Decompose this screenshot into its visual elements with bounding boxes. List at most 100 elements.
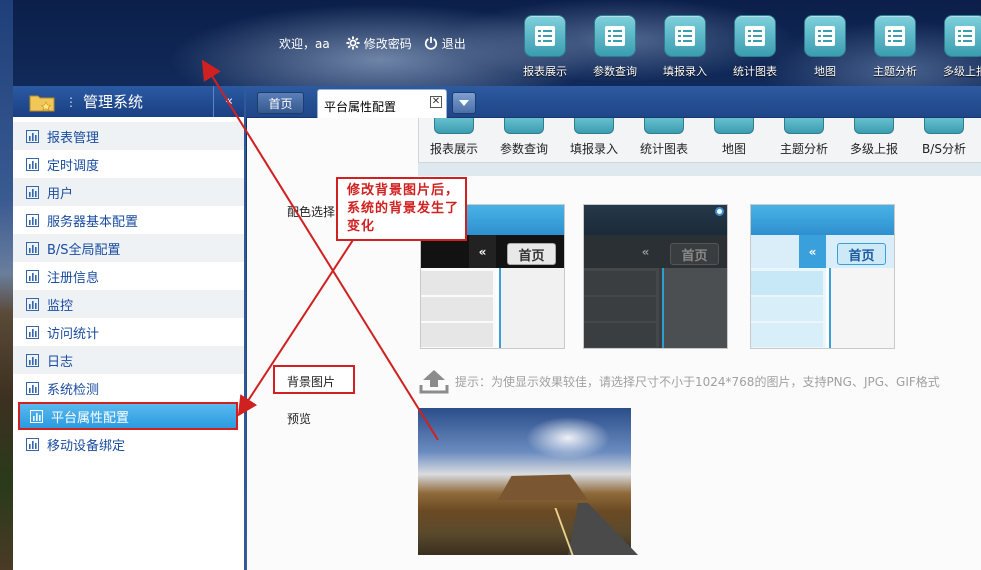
sidebar-item-label: 日志 [47, 354, 74, 370]
sidebar-item-label: 平台属性配置 [51, 410, 130, 426]
sidebar-header: ⋮ 管理系统 « [13, 86, 244, 117]
bar-chart-icon [26, 437, 39, 451]
sidebar-item-label: 监控 [47, 298, 74, 314]
toolbar-label: 统计图表 [733, 65, 777, 78]
tab-platform-config[interactable]: 平台属性配置 ✕ [317, 89, 447, 118]
bar-chart-icon [26, 269, 39, 283]
upload-icon[interactable] [419, 368, 449, 394]
background-landscape-strip [0, 0, 13, 570]
sidebar-list: 报表管理 定时调度 用户 服务器基本配置 B/S全局配置 注册信息 监控 访问统… [13, 117, 244, 458]
query-icon [594, 15, 636, 57]
preview-toolbar-label: B/S分析 [922, 142, 966, 156]
background-preview-image [418, 408, 638, 555]
theme-thumbnail-light-blue[interactable]: « 首页 [750, 204, 895, 349]
preview-strip [418, 162, 981, 176]
map-icon [714, 118, 754, 134]
toolbar-item-analysis[interactable]: 主题分析 [860, 15, 930, 79]
toolbar-item-form-entry[interactable]: 填报录入 [650, 15, 720, 79]
toolbar-item-report[interactable]: 报表展示 [510, 15, 580, 79]
color-scheme-label: 配色选择 [287, 205, 336, 219]
top-toolbar: 报表展示 参数查询 填报录入 统计图表 地图 主题分析 多级上报 [510, 15, 981, 79]
preview-mesa-shape [498, 474, 588, 500]
gear-icon [346, 36, 360, 50]
sidebar-item-system-check[interactable]: 系统检测 [13, 374, 244, 402]
toolbar-item-query[interactable]: 参数查询 [580, 15, 650, 79]
tab-dropdown-button[interactable] [452, 92, 476, 114]
thumb-collapse: « [632, 235, 659, 268]
upload-hint-row: 提示：为使显示效果较佳，请选择尺寸不小于1024*768的图片，支持PNG、JP… [419, 368, 940, 394]
sidebar-item-label: 定时调度 [47, 158, 100, 174]
sidebar-item-logs[interactable]: 日志 [13, 346, 244, 374]
header-user-area: 欢迎，aa 修改密码 退出 [279, 33, 466, 53]
preview-toolbar-label: 统计图表 [639, 142, 688, 156]
upload-report-icon [854, 118, 894, 134]
sidebar-item-server-config[interactable]: 服务器基本配置 [13, 206, 244, 234]
logout-link[interactable]: 退出 [442, 35, 466, 52]
chart-icon [644, 118, 684, 134]
folder-star-icon [29, 95, 55, 111]
report-icon [524, 15, 566, 57]
bar-chart-icon [26, 297, 39, 311]
sidebar-item-label: B/S全局配置 [47, 242, 121, 258]
chart-icon [734, 15, 776, 57]
sidebar-item-device-binding[interactable]: 移动设备绑定 [13, 430, 244, 458]
sidebar-item-platform-config[interactable]: 平台属性配置 [18, 402, 238, 430]
sidebar-item-report-management[interactable]: 报表管理 [13, 122, 244, 150]
query-icon [504, 118, 544, 134]
sidebar-item-label: 服务器基本配置 [47, 214, 139, 230]
analysis-icon [874, 15, 916, 57]
thumb-top-bar [751, 205, 894, 235]
toolbar-label: 报表展示 [523, 65, 567, 78]
sidebar: ⋮ 管理系统 « 报表管理 定时调度 用户 服务器基本配置 B/S全局配置 注册… [13, 86, 246, 570]
sidebar-item-bs-global-config[interactable]: B/S全局配置 [13, 234, 244, 262]
bs-analysis-icon [924, 118, 964, 134]
preview-toolbar-label: 主题分析 [779, 142, 828, 156]
sidebar-item-access-stats[interactable]: 访问统计 [13, 318, 244, 346]
form-entry-icon [574, 118, 614, 134]
change-password-link[interactable]: 修改密码 [364, 35, 412, 52]
report-icon [434, 118, 474, 134]
background-image-label-annotated: 背景图片 [287, 375, 336, 389]
upload-report-icon [944, 15, 981, 57]
sidebar-item-scheduling[interactable]: 定时调度 [13, 150, 244, 178]
sidebar-item-users[interactable]: 用户 [13, 178, 244, 206]
preview-toolbar-label: 参数查询 [499, 142, 548, 156]
toolbar-item-map[interactable]: 地图 [790, 15, 860, 79]
sidebar-item-label: 用户 [47, 186, 74, 202]
toolbar-label: 填报录入 [663, 65, 707, 78]
thumb-home-button: 首页 [507, 243, 556, 265]
thumb-row [584, 271, 656, 295]
toolbar-item-upload-report[interactable]: 多级上报 [930, 15, 981, 79]
thumb-home-button: 首页 [837, 243, 886, 265]
sidebar-item-label: 注册信息 [47, 270, 100, 286]
power-icon [424, 36, 437, 50]
close-icon[interactable]: ✕ [430, 96, 442, 108]
theme-thumbnail-dark[interactable]: « 首页 [583, 204, 728, 349]
form-entry-icon [664, 15, 706, 57]
thumb-collapse: « [799, 235, 826, 268]
preview-toolbar-label: 填报录入 [569, 142, 618, 156]
bar-chart-icon [26, 381, 39, 395]
welcome-text: 欢迎，aa [279, 36, 330, 51]
sidebar-collapse-button[interactable]: « [213, 86, 244, 117]
bar-chart-icon [26, 325, 39, 339]
chevron-down-icon [459, 100, 469, 106]
preview-road-shape [568, 503, 638, 555]
tab-home[interactable]: 首页 [257, 92, 304, 114]
preview-toolbar-label: 报表展示 [429, 142, 478, 156]
toolbar-item-chart[interactable]: 统计图表 [720, 15, 790, 79]
sidebar-item-monitor[interactable]: 监控 [13, 290, 244, 318]
selected-radio-icon [715, 207, 724, 216]
thumb-row [421, 297, 493, 321]
sidebar-item-registration[interactable]: 注册信息 [13, 262, 244, 290]
thumb-row [584, 323, 656, 347]
sidebar-item-label: 报表管理 [47, 130, 100, 146]
bar-chart-icon [26, 353, 39, 367]
preview-label: 预览 [287, 412, 312, 426]
bar-chart-icon [26, 213, 39, 227]
bar-chart-icon [26, 241, 39, 255]
toolbar-label: 多级上报 [943, 65, 981, 78]
thumb-row [751, 297, 823, 321]
sidebar-item-label: 访问统计 [47, 326, 100, 342]
thumb-right-panel [662, 268, 727, 348]
